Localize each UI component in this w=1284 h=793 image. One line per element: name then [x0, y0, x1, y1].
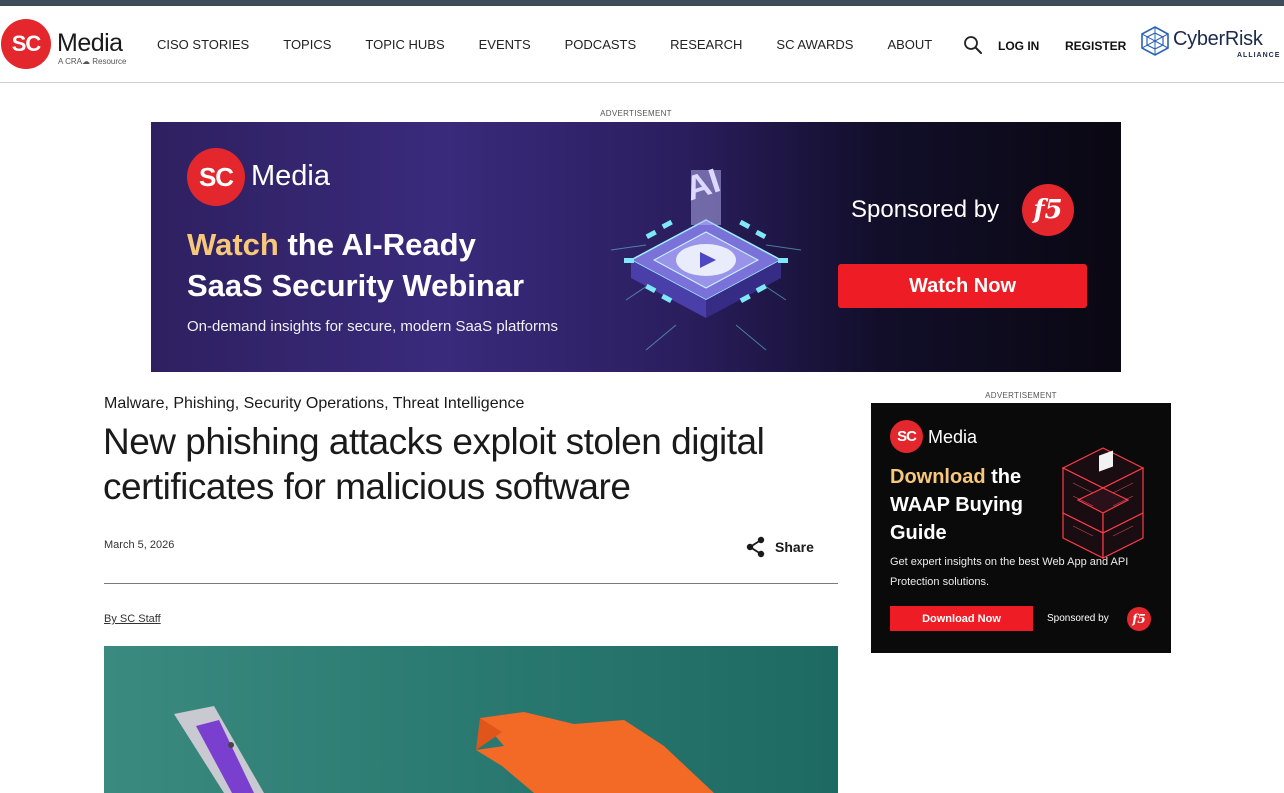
- chip-illustration: AI: [610, 162, 802, 351]
- side-ad-headline-highlight: Download: [890, 466, 986, 488]
- nav-ciso-stories[interactable]: CISO STORIES: [157, 37, 249, 52]
- nav-events[interactable]: EVENTS: [479, 37, 531, 52]
- banner-headline-line1: the AI-Ready: [278, 227, 476, 262]
- banner-headline-line2: SaaS Security Webinar: [187, 268, 525, 303]
- article-title: New phishing attacks exploit stolen digi…: [103, 421, 765, 507]
- share-icon: [746, 536, 765, 558]
- cyberrisk-logo-icon: [1141, 26, 1169, 56]
- banner-sc-logo-word: Media: [251, 160, 330, 192]
- tag-security-operations[interactable]: Security Operations: [244, 395, 385, 412]
- article-byline[interactable]: By SC Staff: [104, 613, 161, 625]
- article-tags: Malware, Phishing, Security Operations, …: [104, 395, 525, 412]
- advertisement-label: ADVERTISEMENT: [600, 109, 672, 118]
- main-nav: CISO STORIES TOPICS TOPIC HUBS EVENTS PO…: [140, 6, 949, 83]
- side-advertisement-label: ADVERTISEMENT: [985, 391, 1057, 400]
- login-link[interactable]: LOG IN: [998, 39, 1039, 53]
- banner-headline-highlight: Watch: [187, 227, 279, 262]
- share-button[interactable]: Share: [746, 535, 814, 559]
- cube-illustration: [1061, 447, 1145, 559]
- nav-topic-hubs[interactable]: TOPIC HUBS: [365, 37, 444, 52]
- banner-headline: Watch the AI-Ready SaaS Security Webinar: [187, 224, 524, 306]
- nav-research[interactable]: RESEARCH: [670, 37, 742, 52]
- download-now-button[interactable]: Download Now: [890, 606, 1033, 631]
- article-date: March 5, 2026: [104, 539, 175, 551]
- f5-logo: f5: [1022, 184, 1074, 236]
- share-label: Share: [775, 539, 814, 555]
- side-sc-logo-word: Media: [928, 427, 978, 447]
- banner-subtext: On-demand insights for secure, modern Sa…: [187, 318, 559, 335]
- side-sc-logo-mark: SC: [890, 420, 923, 453]
- nav-sc-awards[interactable]: SC AWARDS: [776, 37, 853, 52]
- tag-threat-intelligence[interactable]: Threat Intelligence: [393, 395, 525, 412]
- sc-media-logo[interactable]: SC Media A CRA☁ Resource: [1, 19, 131, 71]
- side-ad[interactable]: SC Media Download the WAAP Buying Guide …: [871, 403, 1171, 653]
- register-link[interactable]: REGISTER: [1065, 39, 1126, 53]
- side-sponsor-text: Sponsored by: [1047, 613, 1109, 624]
- banner-sponsor-text: Sponsored by: [851, 196, 1000, 223]
- cyberrisk-name: CyberRisk: [1173, 28, 1263, 50]
- side-f5-logo: f5: [1127, 607, 1151, 631]
- hero-illustration: [174, 706, 714, 793]
- sc-logo-mark: SC: [1, 19, 51, 69]
- cyberrisk-sub: ALLIANCE: [1237, 52, 1281, 59]
- sc-logo-subtitle: A CRA☁ Resource: [58, 57, 127, 66]
- search-icon[interactable]: [963, 35, 983, 55]
- tag-malware[interactable]: Malware: [104, 395, 164, 412]
- nav-about[interactable]: ABOUT: [887, 37, 932, 52]
- site-header: SC Media A CRA☁ Resource CISO STORIES TO…: [0, 6, 1284, 83]
- side-ad-headline: Download the WAAP Buying Guide: [890, 463, 1060, 547]
- article-hero-image: [104, 646, 838, 793]
- tag-phishing[interactable]: Phishing: [173, 395, 234, 412]
- sc-logo-word: Media: [57, 29, 123, 57]
- watch-now-button[interactable]: Watch Now: [838, 264, 1087, 308]
- banner-sc-logo-mark: SC: [187, 148, 245, 206]
- nav-podcasts[interactable]: PODCASTS: [565, 37, 637, 52]
- top-banner-ad[interactable]: SC Media Watch the AI-Ready SaaS Securit…: [151, 122, 1121, 372]
- cyberrisk-alliance-logo[interactable]: CyberRisk ALLIANCE: [1141, 26, 1281, 62]
- article-divider: [104, 583, 838, 584]
- nav-topics[interactable]: TOPICS: [283, 37, 331, 52]
